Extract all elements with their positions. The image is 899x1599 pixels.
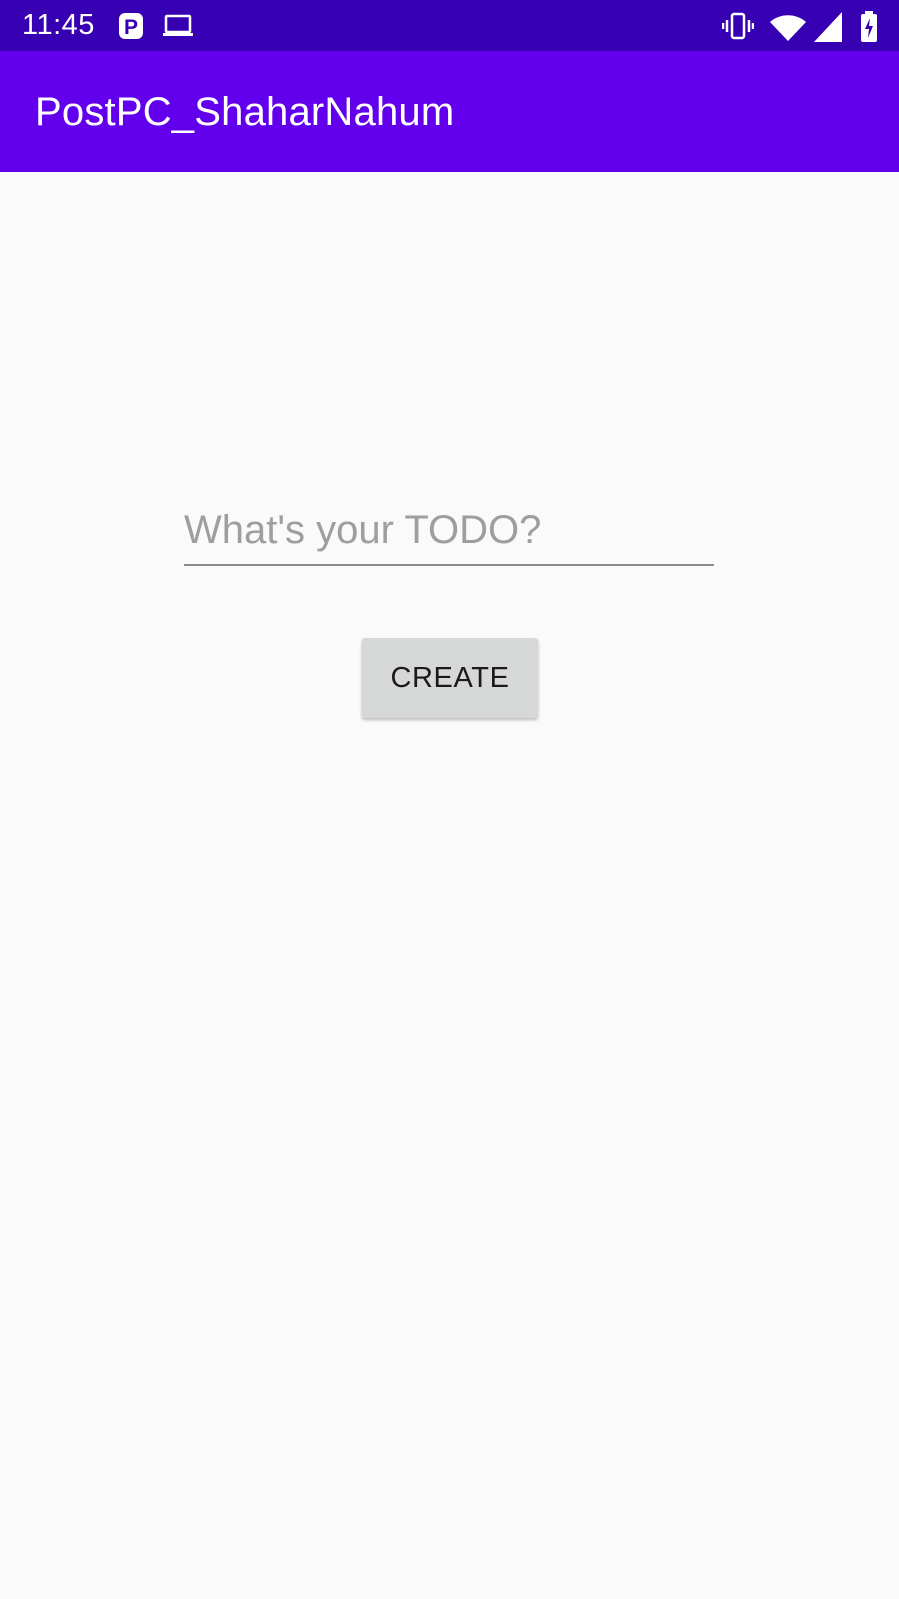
status-bar: 11:45 P xyxy=(0,0,899,51)
signal-icon xyxy=(814,12,842,47)
vibrate-icon xyxy=(721,12,755,45)
app-bar: PostPC_ShaharNahum xyxy=(0,51,899,172)
status-time: 11:45 xyxy=(22,9,95,41)
main-content: CREATE xyxy=(0,172,899,1599)
create-button[interactable]: CREATE xyxy=(362,638,538,718)
wifi-icon xyxy=(770,14,806,47)
battery-charging-icon xyxy=(860,11,878,48)
svg-text:P: P xyxy=(124,16,138,39)
app-title: PostPC_ShaharNahum xyxy=(35,90,455,134)
laptop-icon xyxy=(162,14,194,43)
todo-input[interactable] xyxy=(184,504,714,566)
parking-icon: P xyxy=(118,12,144,45)
